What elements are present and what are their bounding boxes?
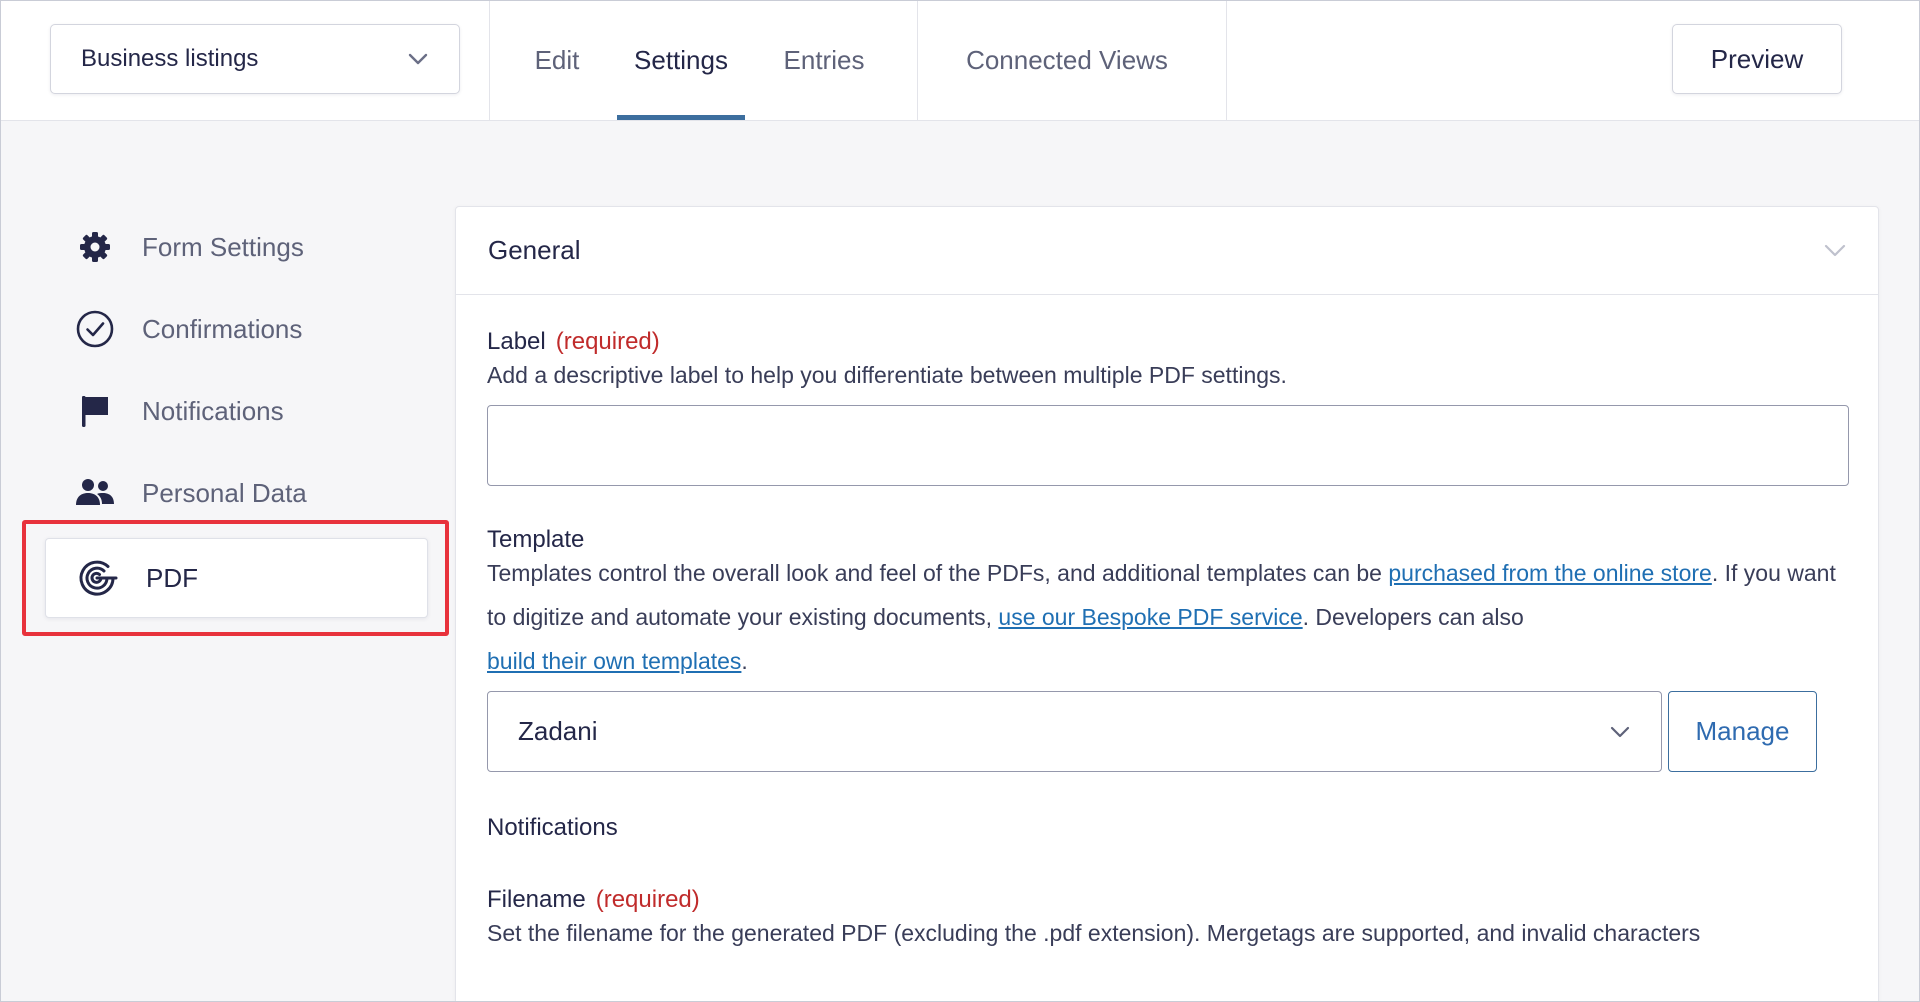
filename-field-label: Filename bbox=[487, 886, 586, 913]
pdf-logo-icon bbox=[75, 556, 119, 600]
manage-button[interactable]: Manage bbox=[1668, 691, 1817, 772]
build-templates-link[interactable]: build their own templates bbox=[487, 648, 741, 674]
template-select-value: Zadani bbox=[518, 716, 598, 746]
form-switcher-label: Business listings bbox=[81, 45, 259, 72]
tab-entries-label: Entries bbox=[783, 45, 865, 75]
required-indicator: (required) bbox=[555, 328, 660, 355]
divider bbox=[1226, 1, 1227, 120]
chevron-down-icon[interactable] bbox=[1824, 240, 1846, 262]
sidebar-item-form-settings[interactable]: Form Settings bbox=[75, 222, 304, 272]
label-field-label: Label bbox=[487, 328, 546, 355]
sidebar-item-pdf[interactable]: PDF bbox=[45, 538, 428, 618]
check-circle-icon bbox=[75, 309, 115, 349]
sidebar-item-notifications[interactable]: Notifications bbox=[75, 386, 284, 436]
tab-settings-label: Settings bbox=[634, 45, 728, 75]
chevron-down-icon bbox=[407, 48, 429, 70]
panel-title: General bbox=[488, 235, 581, 265]
filename-field-heading: Filename (required) bbox=[487, 886, 1847, 914]
sidebar-item-label: Form Settings bbox=[142, 231, 304, 262]
label-input[interactable] bbox=[487, 405, 1849, 486]
bespoke-pdf-service-link[interactable]: use our Bespoke PDF service bbox=[998, 604, 1302, 630]
description-text: . Developers can also bbox=[1302, 604, 1524, 630]
description-text: Templates control the overall look and f… bbox=[487, 560, 1389, 586]
template-field-label: Template bbox=[487, 526, 585, 553]
tab-edit[interactable]: Edit bbox=[517, 1, 597, 120]
tab-connected-views-label: Connected Views bbox=[966, 45, 1168, 75]
template-select-row: Zadani Manage bbox=[487, 691, 1847, 772]
users-icon bbox=[75, 473, 115, 513]
filename-field-description: Set the filename for the generated PDF (… bbox=[487, 920, 1701, 946]
tab-edit-label: Edit bbox=[534, 45, 580, 75]
template-field-description: Templates control the overall look and f… bbox=[487, 551, 1847, 683]
gear-icon bbox=[75, 227, 115, 267]
divider bbox=[489, 1, 490, 120]
form-switcher-dropdown[interactable]: Business listings bbox=[50, 24, 460, 94]
panel-body: Label (required) Add a descriptive label … bbox=[456, 328, 1878, 955]
notifications-label: Notifications bbox=[487, 814, 618, 841]
tab-connected-views[interactable]: Connected Views bbox=[947, 1, 1187, 120]
label-field-description: Add a descriptive label to help you diff… bbox=[487, 362, 1287, 388]
label-field-heading: Label (required) bbox=[487, 328, 1847, 356]
sidebar-item-label: Confirmations bbox=[142, 313, 303, 344]
settings-panel: General Label (required) Add a descriptiv… bbox=[455, 206, 1879, 1001]
required-indicator: (required) bbox=[595, 886, 700, 913]
preview-button[interactable]: Preview bbox=[1672, 24, 1842, 94]
template-field-heading: Template bbox=[487, 526, 1847, 554]
panel-header[interactable]: General bbox=[456, 207, 1878, 295]
top-bar: Business listings Edit Settings Entries … bbox=[1, 1, 1919, 121]
sidebar-item-confirmations[interactable]: Confirmations bbox=[75, 304, 302, 354]
tab-entries[interactable]: Entries bbox=[767, 1, 881, 120]
description-text: . bbox=[741, 648, 748, 674]
flag-icon bbox=[75, 391, 115, 431]
chevron-down-icon bbox=[1609, 721, 1631, 743]
sidebar-item-label: PDF bbox=[146, 562, 198, 593]
divider bbox=[917, 1, 918, 120]
tab-settings[interactable]: Settings bbox=[617, 1, 745, 120]
app-window: Business listings Edit Settings Entries … bbox=[0, 0, 1920, 1002]
purchased-from-store-link[interactable]: purchased from the online store bbox=[1388, 560, 1711, 586]
sidebar-item-personal-data[interactable]: Personal Data bbox=[75, 468, 307, 518]
sidebar-item-label: Notifications bbox=[142, 395, 284, 426]
template-select[interactable]: Zadani bbox=[487, 691, 1662, 772]
sidebar-item-label: Personal Data bbox=[142, 477, 307, 508]
